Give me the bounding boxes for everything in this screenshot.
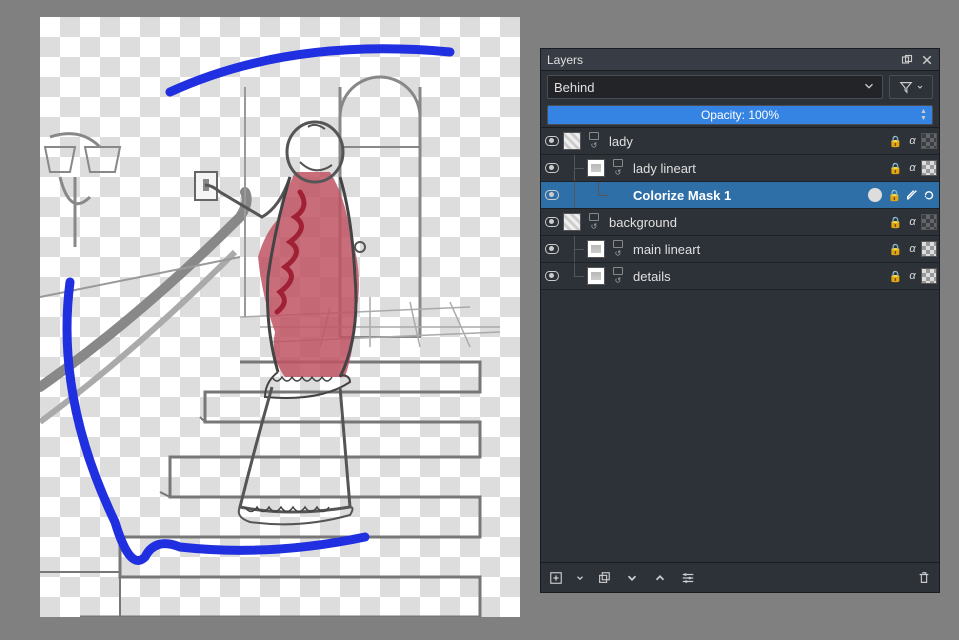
- blend-mode-select[interactable]: Behind: [547, 75, 883, 99]
- alpha-inherit-icon[interactable]: [921, 133, 937, 149]
- duplicate-layer-button[interactable]: [595, 569, 613, 587]
- visibility-toggle[interactable]: [545, 190, 559, 200]
- opacity-slider[interactable]: Opacity: 100% ▲▼: [547, 105, 933, 125]
- layer-name[interactable]: background: [605, 215, 887, 230]
- layers-panel: Layers Behind Opacity: 100% ▲▼: [540, 48, 940, 593]
- layer-row-lady-lineart[interactable]: ↺ lady lineart 🔒 α: [541, 155, 939, 182]
- layer-row-lady[interactable]: ↺ lady 🔒 α: [541, 128, 939, 155]
- opacity-spinner[interactable]: ▲▼: [920, 108, 930, 122]
- add-layer-menu-button[interactable]: [575, 569, 585, 587]
- alpha-inherit-icon[interactable]: [921, 268, 937, 284]
- chevron-down-icon: [916, 83, 924, 91]
- blend-mode-value: Behind: [554, 80, 594, 95]
- layer-row-details[interactable]: ↺ details 🔒 α: [541, 263, 939, 290]
- alpha-inherit-icon[interactable]: [921, 160, 937, 176]
- canvas[interactable]: [40, 17, 520, 617]
- panel-title: Layers: [547, 53, 893, 67]
- move-layer-down-button[interactable]: [623, 569, 641, 587]
- add-layer-button[interactable]: [547, 569, 565, 587]
- layer-row-colorize-mask[interactable]: Colorize Mask 1 🔒: [541, 182, 939, 209]
- visibility-toggle[interactable]: [545, 163, 559, 173]
- lock-icon[interactable]: 🔒: [886, 187, 903, 204]
- layer-name[interactable]: lady lineart: [629, 161, 887, 176]
- edit-pen-icon[interactable]: [903, 187, 920, 204]
- float-panel-icon[interactable]: [897, 52, 913, 68]
- layer-name[interactable]: Colorize Mask 1: [629, 188, 868, 203]
- lock-icon[interactable]: 🔒: [887, 241, 904, 258]
- alpha-inherit-icon[interactable]: [921, 241, 937, 257]
- layer-properties-button[interactable]: [679, 569, 697, 587]
- alpha-icon[interactable]: α: [904, 214, 921, 231]
- move-layer-up-button[interactable]: [651, 569, 669, 587]
- layer-thumbnail: [563, 213, 581, 231]
- chevron-down-icon: [862, 79, 876, 96]
- canvas-artwork: [40, 17, 520, 617]
- funnel-icon: [899, 80, 913, 94]
- layer-type-icon: ↺: [607, 267, 629, 285]
- layer-thumbnail: [587, 240, 605, 258]
- layer-filter-button[interactable]: [889, 75, 933, 99]
- lock-icon[interactable]: 🔒: [887, 133, 904, 150]
- opacity-label: Opacity: 100%: [701, 108, 779, 122]
- layer-name[interactable]: main lineart: [629, 242, 887, 257]
- layer-thumbnail: [563, 132, 581, 150]
- lock-icon[interactable]: 🔒: [887, 214, 904, 231]
- layers-list[interactable]: ↺ lady 🔒 α ↺ lady lineart 🔒 α Co: [541, 127, 939, 562]
- layer-thumbnail: [587, 159, 605, 177]
- visibility-toggle[interactable]: [545, 136, 559, 146]
- visibility-toggle[interactable]: [545, 244, 559, 254]
- delete-layer-button[interactable]: [915, 569, 933, 587]
- alpha-icon[interactable]: α: [904, 160, 921, 177]
- visibility-toggle[interactable]: [545, 217, 559, 227]
- layer-type-icon: ↺: [583, 132, 605, 150]
- visibility-toggle[interactable]: [545, 271, 559, 281]
- update-icon[interactable]: [920, 187, 937, 204]
- lock-icon[interactable]: 🔒: [887, 160, 904, 177]
- layer-thumbnail: [587, 267, 605, 285]
- layer-name[interactable]: lady: [605, 134, 887, 149]
- layer-name[interactable]: details: [629, 269, 887, 284]
- layer-row-background[interactable]: ↺ background 🔒 α: [541, 209, 939, 236]
- panel-header[interactable]: Layers: [541, 49, 939, 71]
- layer-type-icon: ↺: [607, 240, 629, 258]
- mask-indicator-icon: [868, 188, 882, 202]
- layer-type-icon: ↺: [607, 159, 629, 177]
- alpha-inherit-icon[interactable]: [921, 214, 937, 230]
- alpha-icon[interactable]: α: [904, 133, 921, 150]
- alpha-icon[interactable]: α: [904, 241, 921, 258]
- alpha-icon[interactable]: α: [904, 268, 921, 285]
- lock-icon[interactable]: 🔒: [887, 268, 904, 285]
- layer-row-main-lineart[interactable]: ↺ main lineart 🔒 α: [541, 236, 939, 263]
- close-panel-icon[interactable]: [917, 52, 933, 68]
- layer-type-icon: ↺: [583, 213, 605, 231]
- layers-bottom-toolbar: [541, 562, 939, 592]
